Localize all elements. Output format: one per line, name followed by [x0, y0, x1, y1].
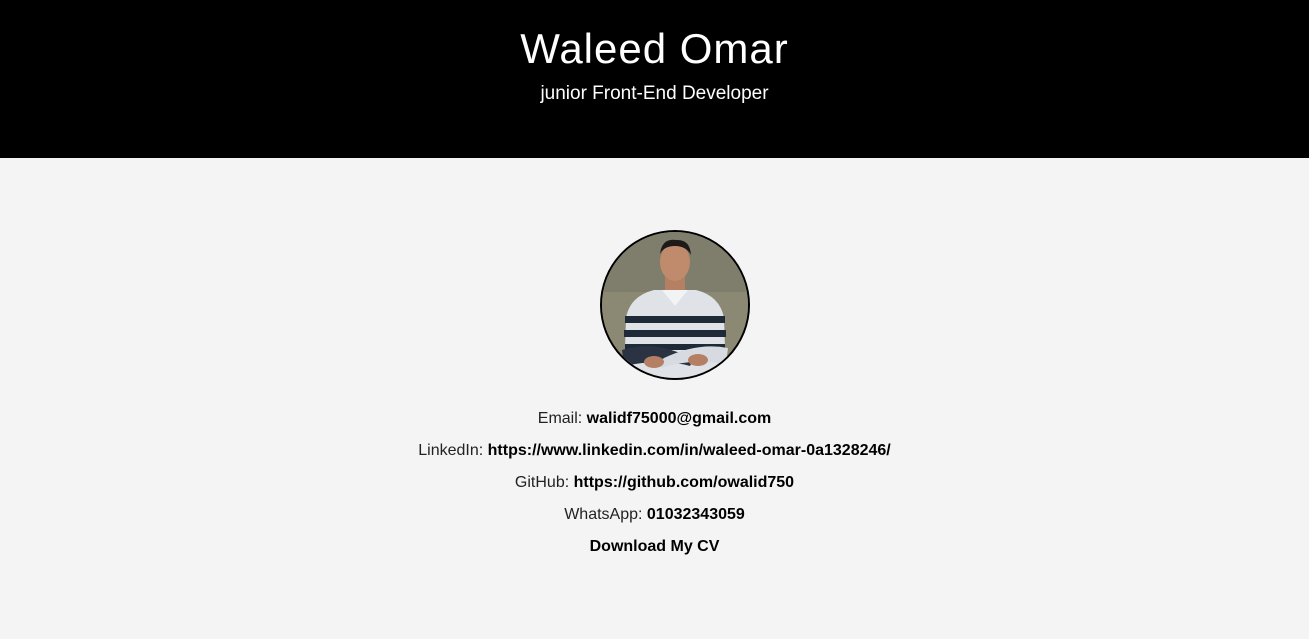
whatsapp-label: WhatsApp: — [564, 506, 643, 523]
page-header: Waleed Omar junior Front-End Developer — [0, 0, 1309, 158]
linkedin-label: LinkedIn: — [418, 442, 484, 459]
linkedin-row: LinkedIn: https://www.linkedin.com/in/wa… — [0, 435, 1309, 467]
profile-photo — [602, 232, 748, 378]
download-cv-link[interactable]: Download My CV — [590, 538, 720, 555]
profile-name: Waleed Omar — [520, 25, 789, 72]
profile-section: Email: walidf75000@gmail.com LinkedIn: h… — [0, 158, 1309, 639]
avatar — [600, 230, 750, 380]
linkedin-link[interactable]: https://www.linkedin.com/in/waleed-omar-… — [488, 442, 891, 459]
email-row: Email: walidf75000@gmail.com — [0, 403, 1309, 435]
email-link[interactable]: walidf75000@gmail.com — [587, 410, 772, 427]
cv-row: Download My CV — [0, 531, 1309, 563]
whatsapp-row: WhatsApp: 01032343059 — [0, 499, 1309, 531]
github-link[interactable]: https://github.com/owalid750 — [574, 474, 794, 491]
github-label: GitHub: — [514, 474, 570, 491]
email-label: Email: — [537, 410, 583, 427]
contact-list: Email: walidf75000@gmail.com LinkedIn: h… — [0, 403, 1309, 563]
whatsapp-link[interactable]: 01032343059 — [647, 506, 745, 523]
github-row: GitHub: https://github.com/owalid750 — [0, 467, 1309, 499]
job-title: junior Front-End Developer — [540, 83, 769, 104]
